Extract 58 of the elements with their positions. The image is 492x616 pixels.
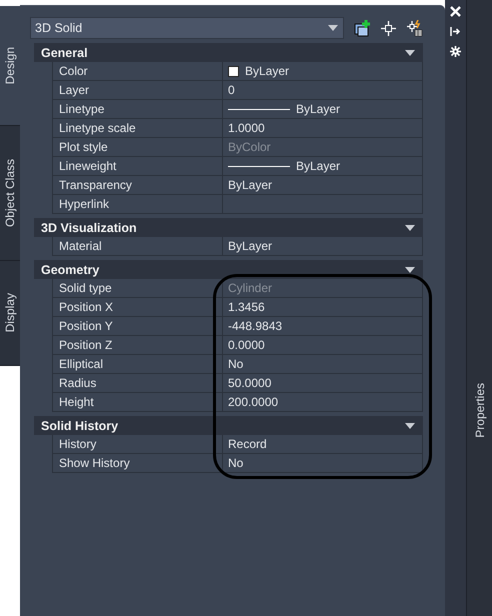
property-value-cell[interactable]: ByLayer [223, 100, 423, 119]
auto-hide-icon[interactable] [450, 26, 461, 37]
property-label: Height [52, 393, 223, 412]
property-label: Linetype [52, 100, 223, 119]
value-text: ByLayer [245, 64, 290, 78]
section-header[interactable]: Geometry [34, 260, 423, 279]
property-label: Hyperlink [52, 195, 223, 214]
property-value-cell[interactable]: ByLayer [223, 157, 423, 176]
settings-icon[interactable] [450, 46, 461, 57]
property-label: Radius [52, 374, 223, 393]
close-icon[interactable] [450, 6, 461, 17]
property-value[interactable]: 200.0000 [223, 393, 423, 412]
property-value[interactable]: No [223, 454, 423, 473]
section-header[interactable]: Solid History [34, 416, 423, 435]
color-swatch-icon [228, 66, 239, 76]
property-value[interactable]: ByLayer [223, 176, 423, 195]
add-selection-icon[interactable] [354, 20, 371, 36]
property-label: Lineweight [52, 157, 223, 176]
quick-select-icon[interactable] [406, 20, 423, 36]
palette-title: Properties [472, 383, 486, 438]
property-label: Position X [52, 298, 223, 317]
side-tab[interactable]: Display [0, 261, 20, 366]
property-value[interactable]: 1.0000 [223, 119, 423, 138]
property-label: Show History [52, 454, 223, 473]
property-value[interactable]: No [223, 355, 423, 374]
section-header[interactable]: General [34, 43, 423, 62]
property-value[interactable]: -448.9843 [223, 317, 423, 336]
section-title: 3D Visualization [41, 220, 137, 234]
property-label: Elliptical [52, 355, 223, 374]
property-label: Color [52, 62, 223, 81]
value-text: ByLayer [296, 159, 340, 173]
property-value[interactable]: ByLayer [223, 237, 423, 256]
side-tab[interactable]: Design [0, 6, 20, 126]
object-type-dropdown[interactable]: 3D Solid [30, 17, 344, 39]
property-label: Linetype scale [52, 119, 223, 138]
select-objects-icon[interactable] [380, 20, 397, 36]
property-label: Position Z [52, 336, 223, 355]
property-label: Transparency [52, 176, 223, 195]
property-value[interactable]: 0 [223, 81, 423, 100]
property-label: Material [52, 237, 223, 256]
property-label: Solid type [52, 279, 223, 298]
section-title: Geometry [41, 262, 100, 276]
caret-icon [328, 25, 338, 31]
property-value[interactable]: 50.0000 [223, 374, 423, 393]
property-value[interactable]: 0.0000 [223, 336, 423, 355]
section-header[interactable]: 3D Visualization [34, 218, 423, 237]
section-title: General [41, 46, 88, 60]
value-text: ByLayer [296, 102, 340, 116]
section-title: Solid History [41, 418, 118, 432]
property-label: History [52, 435, 223, 454]
line-sample-icon [228, 108, 290, 110]
property-label: Layer [52, 81, 223, 100]
property-value[interactable]: Record [223, 435, 423, 454]
property-label: Plot style [52, 138, 223, 157]
property-value[interactable]: 1.3456 [223, 298, 423, 317]
side-tab[interactable]: Object Class [0, 126, 20, 261]
property-value-cell[interactable]: ByLayer [223, 62, 423, 81]
property-label: Position Y [52, 317, 223, 336]
